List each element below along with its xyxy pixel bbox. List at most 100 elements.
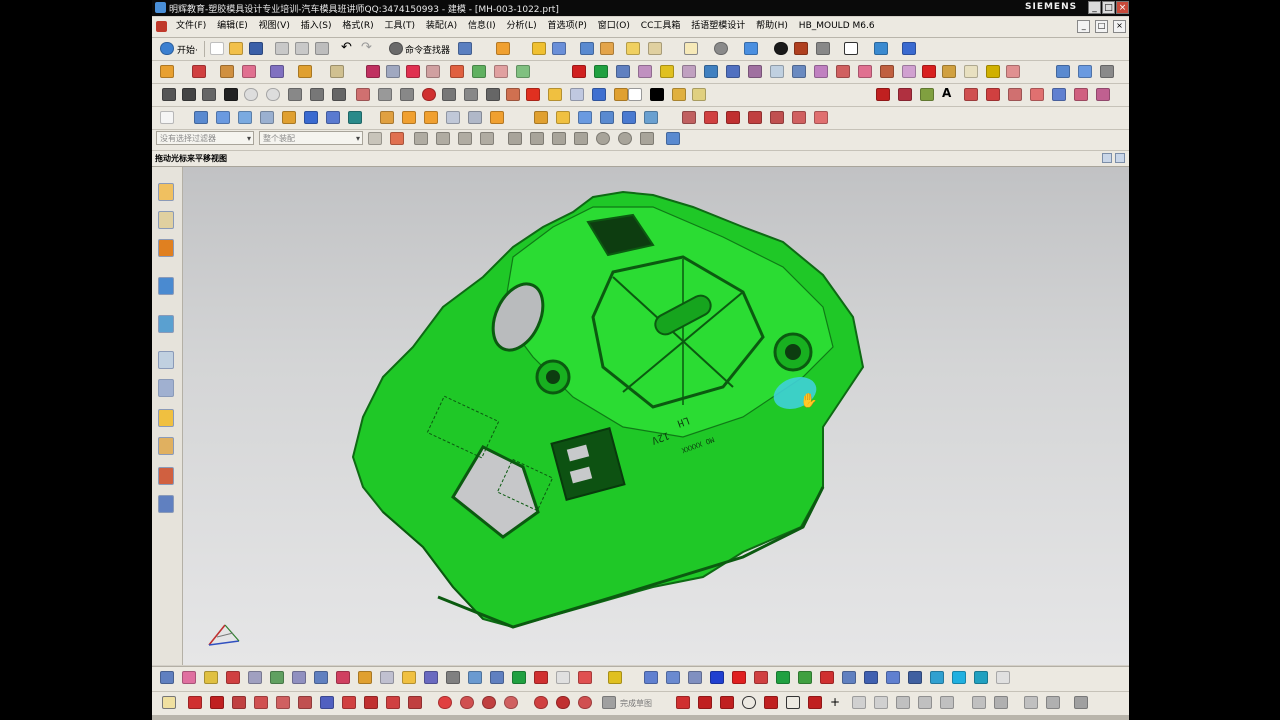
bolt-icon[interactable]: [400, 88, 414, 101]
bounded-plane-icon[interactable]: [814, 65, 828, 78]
tools-icon[interactable]: [1100, 65, 1114, 78]
new-file-icon[interactable]: [210, 42, 224, 55]
process-studio-icon[interactable]: [158, 409, 174, 427]
point-curve-icon[interactable]: [438, 696, 452, 709]
system-scenes-icon[interactable]: [158, 467, 174, 485]
cone-icon[interactable]: [326, 111, 340, 124]
polygon-icon[interactable]: [320, 696, 334, 709]
menu-assembly[interactable]: 装配(A): [422, 20, 461, 33]
sphere-icon[interactable]: [348, 111, 362, 124]
dimension-icon[interactable]: [270, 671, 284, 684]
pocket-tool-icon[interactable]: [526, 88, 540, 101]
paste-icon[interactable]: [315, 42, 329, 55]
surface-icon[interactable]: [792, 65, 806, 78]
ejector-icon[interactable]: [202, 88, 216, 101]
doc-minimize-button[interactable]: _: [1077, 20, 1091, 33]
cooling-icon[interactable]: [332, 88, 346, 101]
mirror-icon[interactable]: [682, 65, 696, 78]
menu-insert[interactable]: 插入(S): [297, 20, 336, 33]
split-body-icon[interactable]: [450, 65, 464, 78]
web-browser-icon[interactable]: [158, 315, 174, 333]
inferred-icon[interactable]: [402, 671, 416, 684]
black-swatch-icon[interactable]: [650, 88, 664, 101]
view-right-icon[interactable]: [688, 671, 702, 684]
trim-sheet-icon[interactable]: [446, 111, 460, 124]
arc-icon[interactable]: [210, 696, 224, 709]
perpendicular-icon[interactable]: [556, 696, 570, 709]
background-icon[interactable]: [844, 42, 858, 55]
boss-icon[interactable]: [270, 65, 284, 78]
pattern-icon[interactable]: [660, 65, 674, 78]
rectangle-icon[interactable]: [298, 696, 312, 709]
sketch-dimension-icon[interactable]: [972, 696, 986, 709]
studio-surface-icon[interactable]: [578, 111, 592, 124]
thicken-icon[interactable]: [516, 65, 530, 78]
edge-blend-icon[interactable]: [572, 65, 586, 78]
hole-icon[interactable]: [242, 65, 256, 78]
scale-body-icon[interactable]: [494, 65, 508, 78]
arc-three-point-icon[interactable]: [504, 696, 518, 709]
profile-icon[interactable]: [204, 671, 218, 684]
rotate-view-icon[interactable]: [714, 42, 728, 55]
measure-icon[interactable]: [626, 42, 640, 55]
sketch-point-icon[interactable]: +: [830, 695, 844, 709]
palette-icon[interactable]: [158, 495, 174, 513]
menu-tools[interactable]: 工具(T): [381, 20, 420, 33]
conic-icon[interactable]: [364, 696, 378, 709]
render-style-icon[interactable]: [774, 42, 788, 55]
sketch-offset-icon[interactable]: [852, 696, 866, 709]
view-bottom-icon[interactable]: [776, 671, 790, 684]
view-left-icon[interactable]: [798, 671, 812, 684]
chamfer-curve-icon[interactable]: [276, 696, 290, 709]
draft-icon[interactable]: [616, 65, 630, 78]
copy-icon[interactable]: [295, 42, 309, 55]
view-iso-icon[interactable]: [710, 671, 724, 684]
select-all-icon[interactable]: [390, 132, 404, 145]
menu-edit[interactable]: 编辑(E): [213, 20, 252, 33]
auto-constraint-icon[interactable]: [314, 671, 328, 684]
menu-cc-toolbox[interactable]: CC工具箱: [637, 20, 685, 33]
assembly-scope-dropdown[interactable]: 整个装配: [259, 131, 363, 145]
maximize-button[interactable]: □: [1102, 1, 1115, 14]
sketch-snap-icon[interactable]: [1024, 696, 1038, 709]
thread-icon[interactable]: [424, 111, 438, 124]
pocket-icon[interactable]: [298, 65, 312, 78]
offset-curve-icon[interactable]: [964, 88, 978, 101]
start-button[interactable]: 开始·: [177, 43, 198, 56]
analysis-icon[interactable]: [648, 42, 662, 55]
command-finder-button[interactable]: 命令查找器: [405, 43, 450, 56]
surface-grid-icon[interactable]: [1056, 65, 1070, 78]
snap-intersection-icon[interactable]: [574, 132, 588, 145]
delay-eval-icon[interactable]: [512, 671, 526, 684]
menu-analysis[interactable]: 分析(L): [503, 20, 541, 33]
snap-control-icon[interactable]: [552, 132, 566, 145]
history-icon[interactable]: [158, 351, 174, 369]
nx-app-icon[interactable]: [155, 2, 166, 13]
csys-icon[interactable]: [580, 42, 594, 55]
pan-icon[interactable]: [864, 671, 878, 684]
rectangle-tool-icon[interactable]: [682, 111, 696, 124]
through-curves-icon[interactable]: [534, 111, 548, 124]
update-icon[interactable]: [534, 671, 548, 684]
graphics-viewport[interactable]: 12V LH MO XXXXX ✋: [183, 167, 1129, 665]
view-top-icon[interactable]: [666, 671, 680, 684]
emboss-icon[interactable]: [770, 65, 784, 78]
cylinder-icon[interactable]: [304, 111, 318, 124]
screw-icon[interactable]: [356, 88, 370, 101]
shaded-view-icon[interactable]: [744, 42, 758, 55]
system-materials-icon[interactable]: [158, 379, 174, 397]
revolve-icon[interactable]: [220, 65, 234, 78]
sketch-style-icon[interactable]: [248, 671, 262, 684]
sketch-constraint-icon[interactable]: [994, 696, 1008, 709]
bom-icon[interactable]: [614, 88, 628, 101]
alternate-solution-icon[interactable]: [380, 671, 394, 684]
menu-hb-mould[interactable]: HB_MOULD M6.6: [795, 20, 879, 33]
select-body-icon[interactable]: [480, 132, 494, 145]
join-curve-icon[interactable]: [1008, 88, 1022, 101]
tube-icon[interactable]: [380, 111, 394, 124]
snap-center-icon[interactable]: [596, 132, 610, 145]
tangent-icon[interactable]: [534, 696, 548, 709]
select-feature-icon[interactable]: [414, 132, 428, 145]
ellipse-icon[interactable]: [342, 696, 356, 709]
rib-icon[interactable]: [726, 65, 740, 78]
